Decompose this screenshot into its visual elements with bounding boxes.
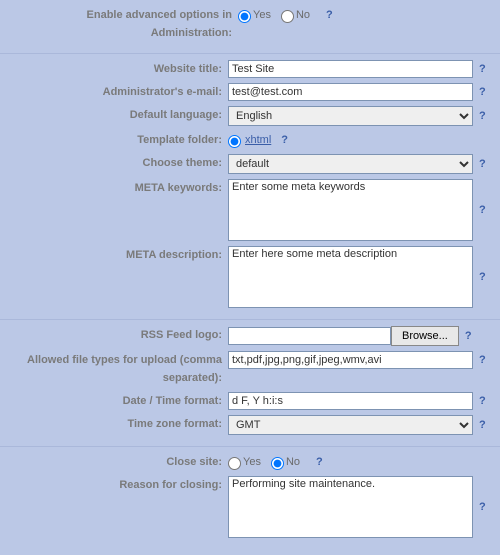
template-folder-link[interactable]: xhtml [245,134,271,146]
help-icon[interactable]: ? [479,83,486,101]
admin-email-input[interactable] [228,83,473,101]
help-icon[interactable]: ? [479,498,486,516]
template-folder-label: Template folder: [8,131,228,149]
help-icon[interactable]: ? [479,351,486,369]
choose-theme-label: Choose theme: [8,154,228,172]
help-icon[interactable]: ? [326,6,333,24]
website-title-input[interactable] [228,60,473,78]
help-icon[interactable]: ? [479,392,486,410]
default-language-select[interactable]: English [228,106,473,126]
close-site-no-label: No [286,456,300,468]
help-icon[interactable]: ? [479,416,486,434]
advanced-yes-label: Yes [253,9,271,21]
date-time-input[interactable] [228,392,473,410]
meta-keywords-textarea[interactable]: Enter some meta keywords [228,179,473,241]
timezone-label: Time zone format: [8,415,228,433]
advanced-yes-radio[interactable] [238,10,251,23]
advanced-no-radio[interactable] [281,10,294,23]
template-folder-radio[interactable] [228,135,241,148]
allowed-types-input[interactable] [228,351,473,369]
close-site-yes-radio[interactable] [228,457,241,470]
help-icon[interactable]: ? [479,201,486,219]
meta-keywords-label: META keywords: [8,179,228,197]
help-icon[interactable]: ? [479,268,486,286]
allowed-types-label: Allowed file types for upload (comma sep… [8,351,228,387]
close-site-no-radio[interactable] [271,457,284,470]
admin-email-label: Administrator's e-mail: [8,83,228,101]
meta-description-label: META description: [8,246,228,264]
help-icon[interactable]: ? [479,107,486,125]
meta-description-textarea[interactable]: Enter here some meta description [228,246,473,308]
help-icon[interactable]: ? [316,453,323,471]
help-icon[interactable]: ? [479,155,486,173]
close-site-label: Close site: [8,453,228,471]
help-icon[interactable]: ? [281,131,288,149]
reason-textarea[interactable]: Performing site maintenance. [228,476,473,538]
timezone-select[interactable]: GMT [228,415,473,435]
date-time-label: Date / Time format: [8,392,228,410]
advanced-no-label: No [296,9,310,21]
browse-button[interactable]: Browse... [391,326,459,346]
website-title-label: Website title: [8,60,228,78]
reason-label: Reason for closing: [8,476,228,494]
rss-logo-label: RSS Feed logo: [8,326,228,344]
help-icon[interactable]: ? [479,60,486,78]
default-language-label: Default language: [8,106,228,124]
rss-logo-file-display [228,327,391,345]
advanced-label: Enable advanced options in Administratio… [8,6,238,42]
choose-theme-select[interactable]: default [228,154,473,174]
close-site-yes-label: Yes [243,456,261,468]
help-icon[interactable]: ? [465,327,472,345]
